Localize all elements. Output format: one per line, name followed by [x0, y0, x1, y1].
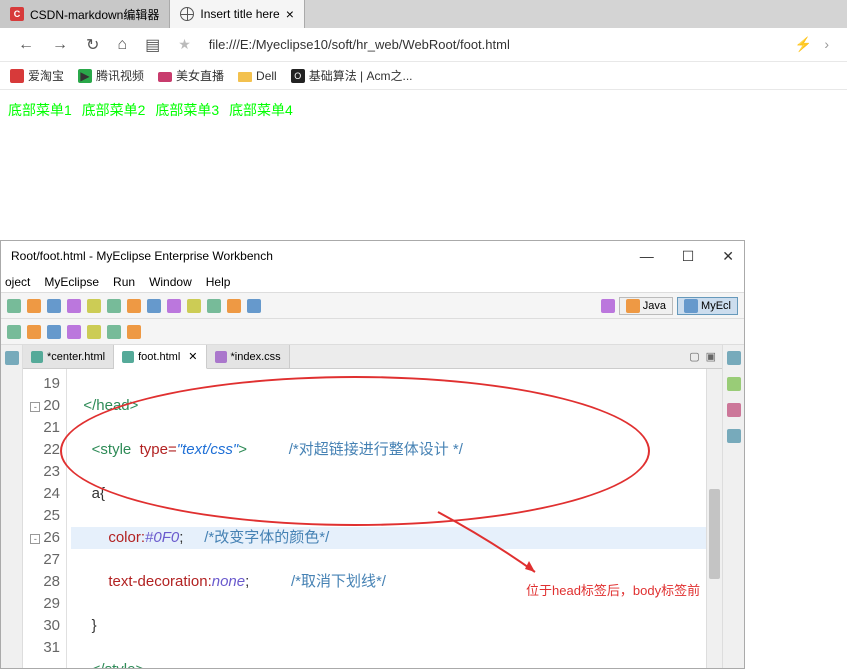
close-button[interactable]: ✕	[722, 248, 734, 265]
perspective-switcher-icon[interactable]	[601, 299, 615, 313]
menu-window[interactable]: Window	[149, 275, 192, 289]
maximize-button[interactable]: ☐	[682, 248, 695, 265]
foot-link-2[interactable]: 底部菜单2	[82, 102, 146, 118]
star-icon[interactable]: ★	[178, 36, 191, 53]
bookmark-live[interactable]: 美女直播	[158, 67, 224, 84]
code-editor[interactable]: 19 -20 21 22 23 24 25 -26 27 28 29 30 31…	[23, 369, 722, 668]
view-icon[interactable]	[727, 403, 741, 417]
toolbar-icon[interactable]	[187, 299, 201, 313]
csdn-icon: C	[10, 7, 24, 21]
browser-tab-page[interactable]: Insert title here ×	[170, 0, 305, 28]
globe-icon	[180, 7, 194, 21]
menu-project[interactable]: oject	[5, 275, 30, 289]
tab-label: Insert title here	[200, 7, 279, 21]
flash-icon[interactable]: ⚡	[795, 36, 812, 53]
toolbar-icon[interactable]	[127, 325, 141, 339]
bookmark-aitaobao[interactable]: 爱淘宝	[10, 67, 64, 84]
fold-icon[interactable]: -	[30, 402, 40, 412]
foot-link-4[interactable]: 底部菜单4	[229, 102, 293, 118]
toolbar-icon[interactable]	[227, 299, 241, 313]
reader-button[interactable]: ▤	[145, 35, 160, 55]
code-area[interactable]: </head> <style type="text/css"> /*对超链接进行…	[67, 369, 706, 668]
ide-right-trim	[722, 345, 744, 668]
toolbar-icon[interactable]	[167, 299, 181, 313]
html-icon	[122, 351, 134, 363]
reload-button[interactable]: ↻	[86, 35, 99, 55]
ide-title: Root/foot.html - MyEclipse Enterprise Wo…	[11, 249, 273, 263]
minimize-button[interactable]: —	[640, 248, 654, 265]
view-icon[interactable]	[727, 429, 741, 443]
view-icon[interactable]	[5, 351, 19, 365]
chevron-right-icon[interactable]: ›	[824, 36, 829, 53]
css-icon	[215, 351, 227, 363]
bookmark-tencent[interactable]: ▶腾讯视频	[78, 67, 144, 84]
close-icon[interactable]: ✕	[188, 350, 197, 363]
toolbar-icon[interactable]	[127, 299, 141, 313]
forward-button[interactable]: →	[52, 36, 68, 54]
java-icon	[626, 299, 640, 313]
toolbar-icon[interactable]	[147, 299, 161, 313]
ide-menubar: oject MyEclipse Run Window Help	[1, 271, 744, 293]
folder-icon	[238, 72, 252, 82]
scrollbar[interactable]	[706, 369, 722, 668]
toolbar-icon[interactable]	[27, 299, 41, 313]
toolbar-icon[interactable]	[207, 299, 221, 313]
play-icon: ▶	[78, 69, 92, 83]
editor-tab-foot[interactable]: foot.html✕	[114, 345, 206, 369]
toolbar-icon[interactable]	[67, 299, 81, 313]
toolbar-right: ⚡ ›	[795, 36, 829, 53]
perspective-myeclipse[interactable]: MyEcl	[677, 297, 738, 315]
browser-tab-csdn[interactable]: C CSDN-markdown编辑器	[0, 0, 170, 28]
browser-toolbar: ← → ↻ ⌂ ▤ ★ file:///E:/Myeclipse10/soft/…	[0, 28, 847, 62]
toolbar-icon[interactable]	[7, 325, 21, 339]
bookmark-icon	[10, 69, 24, 83]
menu-run[interactable]: Run	[113, 275, 135, 289]
perspective-java[interactable]: Java	[619, 297, 673, 315]
ide-titlebar: Root/foot.html - MyEclipse Enterprise Wo…	[1, 241, 744, 271]
foot-link-1[interactable]: 底部菜单1	[8, 102, 72, 118]
bookmark-icon: O	[291, 69, 305, 83]
maximize-view-icon[interactable]: ▣	[706, 350, 716, 363]
back-button[interactable]: ←	[18, 36, 34, 54]
bookmarks-bar: 爱淘宝 ▶腾讯视频 美女直播 Dell O基础算法 | Acm之...	[0, 62, 847, 90]
myeclipse-icon	[684, 299, 698, 313]
line-gutter: 19 -20 21 22 23 24 25 -26 27 28 29 30 31	[23, 369, 67, 668]
annotation-text: 位于head标签后，body标签前	[526, 580, 700, 599]
tab-label: CSDN-markdown编辑器	[30, 6, 159, 23]
ide-toolbar-2	[1, 319, 744, 345]
toolbar-icon[interactable]	[247, 299, 261, 313]
ide-left-trim	[1, 345, 23, 668]
editor-tab-index[interactable]: *index.css	[207, 345, 290, 368]
menu-myeclipse[interactable]: MyEclipse	[44, 275, 99, 289]
toolbar-icon[interactable]	[7, 299, 21, 313]
menu-help[interactable]: Help	[206, 275, 231, 289]
scrollbar-thumb[interactable]	[709, 489, 720, 579]
toolbar-icon[interactable]	[87, 325, 101, 339]
ide-toolbar: Java MyEcl	[1, 293, 744, 319]
toolbar-icon[interactable]	[47, 325, 61, 339]
bookmark-dell[interactable]: Dell	[238, 69, 277, 83]
foot-link-3[interactable]: 底部菜单3	[155, 102, 219, 118]
close-icon[interactable]: ×	[286, 6, 294, 22]
toolbar-icon[interactable]	[67, 325, 81, 339]
home-button[interactable]: ⌂	[117, 36, 127, 54]
minimize-view-icon[interactable]: ▢	[689, 350, 699, 363]
view-icon[interactable]	[727, 377, 741, 391]
toolbar-icon[interactable]	[107, 299, 121, 313]
fold-icon[interactable]: -	[30, 534, 40, 544]
html-icon	[31, 351, 43, 363]
toolbar-icon[interactable]	[47, 299, 61, 313]
editor-tab-bar: *center.html foot.html✕ *index.css ▢ ▣	[23, 345, 722, 369]
toolbar-icon[interactable]	[107, 325, 121, 339]
url-text[interactable]: file:///E:/Myeclipse10/soft/hr_web/WebRo…	[209, 37, 510, 52]
toolbar-icon[interactable]	[87, 299, 101, 313]
bookmark-acm[interactable]: O基础算法 | Acm之...	[291, 67, 413, 84]
toolbar-icon[interactable]	[27, 325, 41, 339]
editor-tab-center[interactable]: *center.html	[23, 345, 114, 368]
camera-icon	[158, 72, 172, 82]
view-icon[interactable]	[727, 351, 741, 365]
browser-tab-strip: C CSDN-markdown编辑器 Insert title here ×	[0, 0, 847, 28]
ide-window: Root/foot.html - MyEclipse Enterprise Wo…	[0, 240, 745, 669]
browser-viewport: 底部菜单1 底部菜单2 底部菜单3 底部菜单4	[0, 90, 847, 130]
